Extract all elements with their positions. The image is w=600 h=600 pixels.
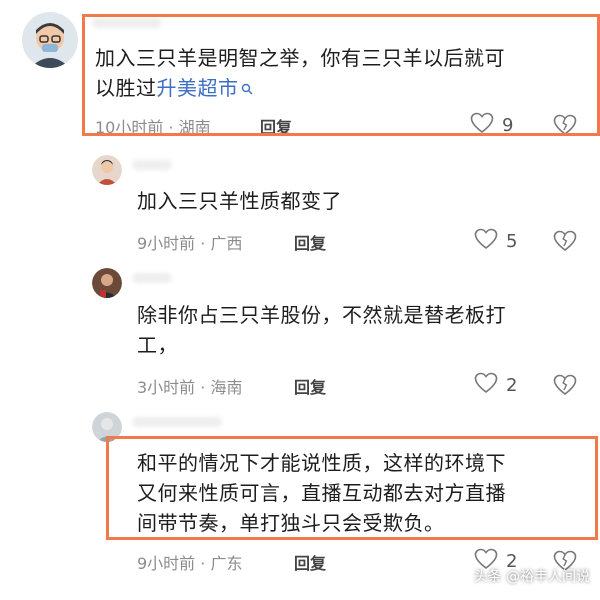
highlight-box: [106, 436, 598, 540]
comment-time-location: 9小时前 · 广西: [137, 234, 243, 253]
reply-button[interactable]: 回复: [294, 374, 326, 398]
username[interactable]: [132, 273, 172, 283]
username[interactable]: [132, 417, 222, 427]
like-count: 2: [506, 375, 518, 396]
dislike-button[interactable]: [553, 374, 577, 400]
heart-icon[interactable]: [474, 228, 498, 255]
watermark: 头条 @裕丰人间说: [473, 569, 590, 585]
comment-text: 除非你占三只羊股份，不然就是替老板打 工，: [137, 300, 506, 360]
reply-button[interactable]: 回复: [294, 230, 326, 254]
like-button[interactable]: 2: [474, 372, 517, 399]
avatar[interactable]: [22, 12, 78, 68]
heart-icon[interactable]: [474, 372, 498, 399]
avatar[interactable]: [92, 155, 122, 185]
highlight-box: [82, 14, 600, 136]
comment-time-location: 9小时前 · 广东: [137, 554, 243, 573]
avatar[interactable]: [92, 268, 122, 298]
username[interactable]: [132, 160, 172, 170]
broken-heart-icon[interactable]: [553, 230, 577, 256]
dislike-button[interactable]: [553, 230, 577, 256]
like-button[interactable]: 5: [474, 228, 517, 255]
like-count: 5: [506, 231, 518, 252]
broken-heart-icon[interactable]: [553, 374, 577, 400]
comment-line: 工，: [137, 333, 178, 357]
comment-time-location: 3小时前 · 海南: [137, 378, 243, 397]
comment-text: 加入三只羊性质都变了: [137, 189, 342, 213]
comment-line: 除非你占三只羊股份，不然就是替老板打: [137, 303, 506, 327]
reply-button[interactable]: 回复: [294, 550, 326, 574]
